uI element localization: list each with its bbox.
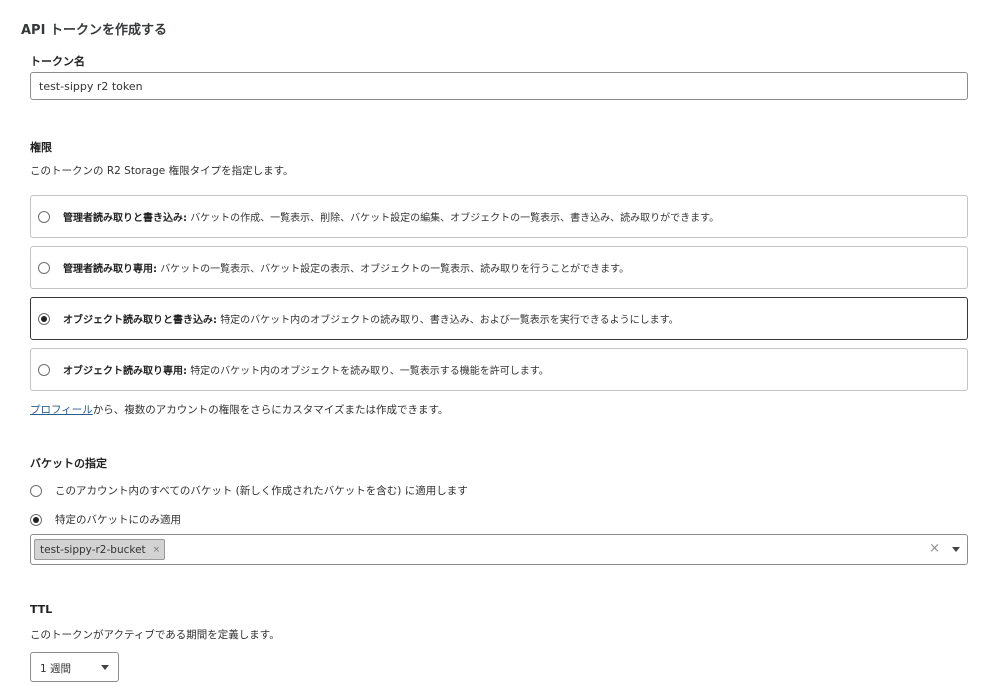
- token-name-label: トークン名: [30, 55, 85, 68]
- profile-link[interactable]: プロフィール: [30, 404, 93, 416]
- bucket-chip: test-sippy-r2-bucket ×: [34, 539, 166, 560]
- chevron-down-icon: [101, 665, 109, 670]
- permission-option-description: 特定のバケット内のオブジェクトを読み取り、一覧表示する機能を許可します。: [190, 366, 549, 377]
- permission-option-title: オブジェクト読み取りと書き込み:: [63, 315, 217, 326]
- permissions-label: 権限: [30, 141, 52, 154]
- permission-option-admin-read-write[interactable]: 管理者読み取りと書き込み: バケットの作成、一覧表示、削除、バケット設定の編集、…: [30, 195, 968, 238]
- radio-button-checked[interactable]: [30, 513, 42, 526]
- permission-option-text: オブジェクト読み取りと書き込み: 特定のバケット内のオブジェクトの読み取り、書き…: [63, 311, 679, 326]
- clear-icon[interactable]: ×: [929, 541, 940, 556]
- permission-option-title: オブジェクト読み取り専用:: [63, 366, 187, 377]
- permissions-description: このトークンの R2 Storage 権限タイプを指定します。: [30, 165, 294, 177]
- bucket-chip-label: test-sippy-r2-bucket: [40, 543, 146, 556]
- permission-option-text: オブジェクト読み取り専用: 特定のバケット内のオブジェクトを読み取り、一覧表示す…: [63, 362, 549, 377]
- profile-hint-text: から、複数のアカウントの権限をさらにカスタマイズまたは作成できます。: [92, 404, 449, 416]
- permission-option-description: バケットの一覧表示、バケット設定の表示、オブジェクトの一覧表示、読み取りを行うこ…: [160, 264, 630, 275]
- radio-button-checked[interactable]: [38, 312, 50, 325]
- bucket-scope-specific-label: 特定のバケットにのみ適用: [55, 514, 181, 526]
- radio-button[interactable]: [38, 363, 50, 376]
- permission-option-object-read-write[interactable]: オブジェクト読み取りと書き込み: 特定のバケット内のオブジェクトの読み取り、書き…: [30, 297, 968, 340]
- ttl-selected-value: 1 週間: [40, 663, 72, 675]
- token-name-input[interactable]: [30, 72, 968, 100]
- radio-button[interactable]: [38, 261, 50, 274]
- permission-option-admin-read-only[interactable]: 管理者読み取り専用: バケットの一覧表示、バケット設定の表示、オブジェクトの一覧…: [30, 246, 968, 289]
- ttl-label: TTL: [30, 603, 53, 616]
- chevron-down-icon[interactable]: [952, 547, 960, 552]
- permission-option-title: 管理者読み取り専用:: [63, 264, 157, 275]
- bucket-multiselect[interactable]: test-sippy-r2-bucket × ×: [30, 534, 968, 565]
- permission-option-title: 管理者読み取りと書き込み:: [63, 213, 187, 224]
- profile-hint: プロフィールから、複数のアカウントの権限をさらにカスタマイズまたは作成できます。: [30, 402, 448, 417]
- bucket-scope-all-option[interactable]: このアカウント内のすべてのバケット (新しく作成されたバケットを含む) に適用し…: [30, 483, 468, 498]
- permission-option-object-read-only[interactable]: オブジェクト読み取り専用: 特定のバケット内のオブジェクトを読み取り、一覧表示す…: [30, 348, 968, 391]
- permission-option-description: バケットの作成、一覧表示、削除、バケット設定の編集、オブジェクトの一覧表示、書き…: [190, 213, 720, 224]
- bucket-scope-label: バケットの指定: [30, 457, 107, 470]
- permission-option-text: 管理者読み取りと書き込み: バケットの作成、一覧表示、削除、バケット設定の編集、…: [63, 209, 719, 224]
- permission-option-description: 特定のバケット内のオブジェクトの読み取り、書き込み、および一覧表示を実行できるよ…: [220, 315, 679, 326]
- ttl-select[interactable]: 1 週間: [30, 652, 119, 682]
- ttl-description: このトークンがアクティブである期間を定義します。: [30, 629, 280, 641]
- page-title: API トークンを作成する: [21, 23, 167, 38]
- bucket-scope-specific-option[interactable]: 特定のバケットにのみ適用: [30, 512, 181, 527]
- radio-button[interactable]: [30, 484, 42, 497]
- bucket-scope-all-label: このアカウント内のすべてのバケット (新しく作成されたバケットを含む) に適用し…: [55, 485, 468, 497]
- permission-option-text: 管理者読み取り専用: バケットの一覧表示、バケット設定の表示、オブジェクトの一覧…: [63, 260, 629, 275]
- chip-remove-icon[interactable]: ×: [153, 545, 161, 555]
- radio-button[interactable]: [38, 210, 50, 223]
